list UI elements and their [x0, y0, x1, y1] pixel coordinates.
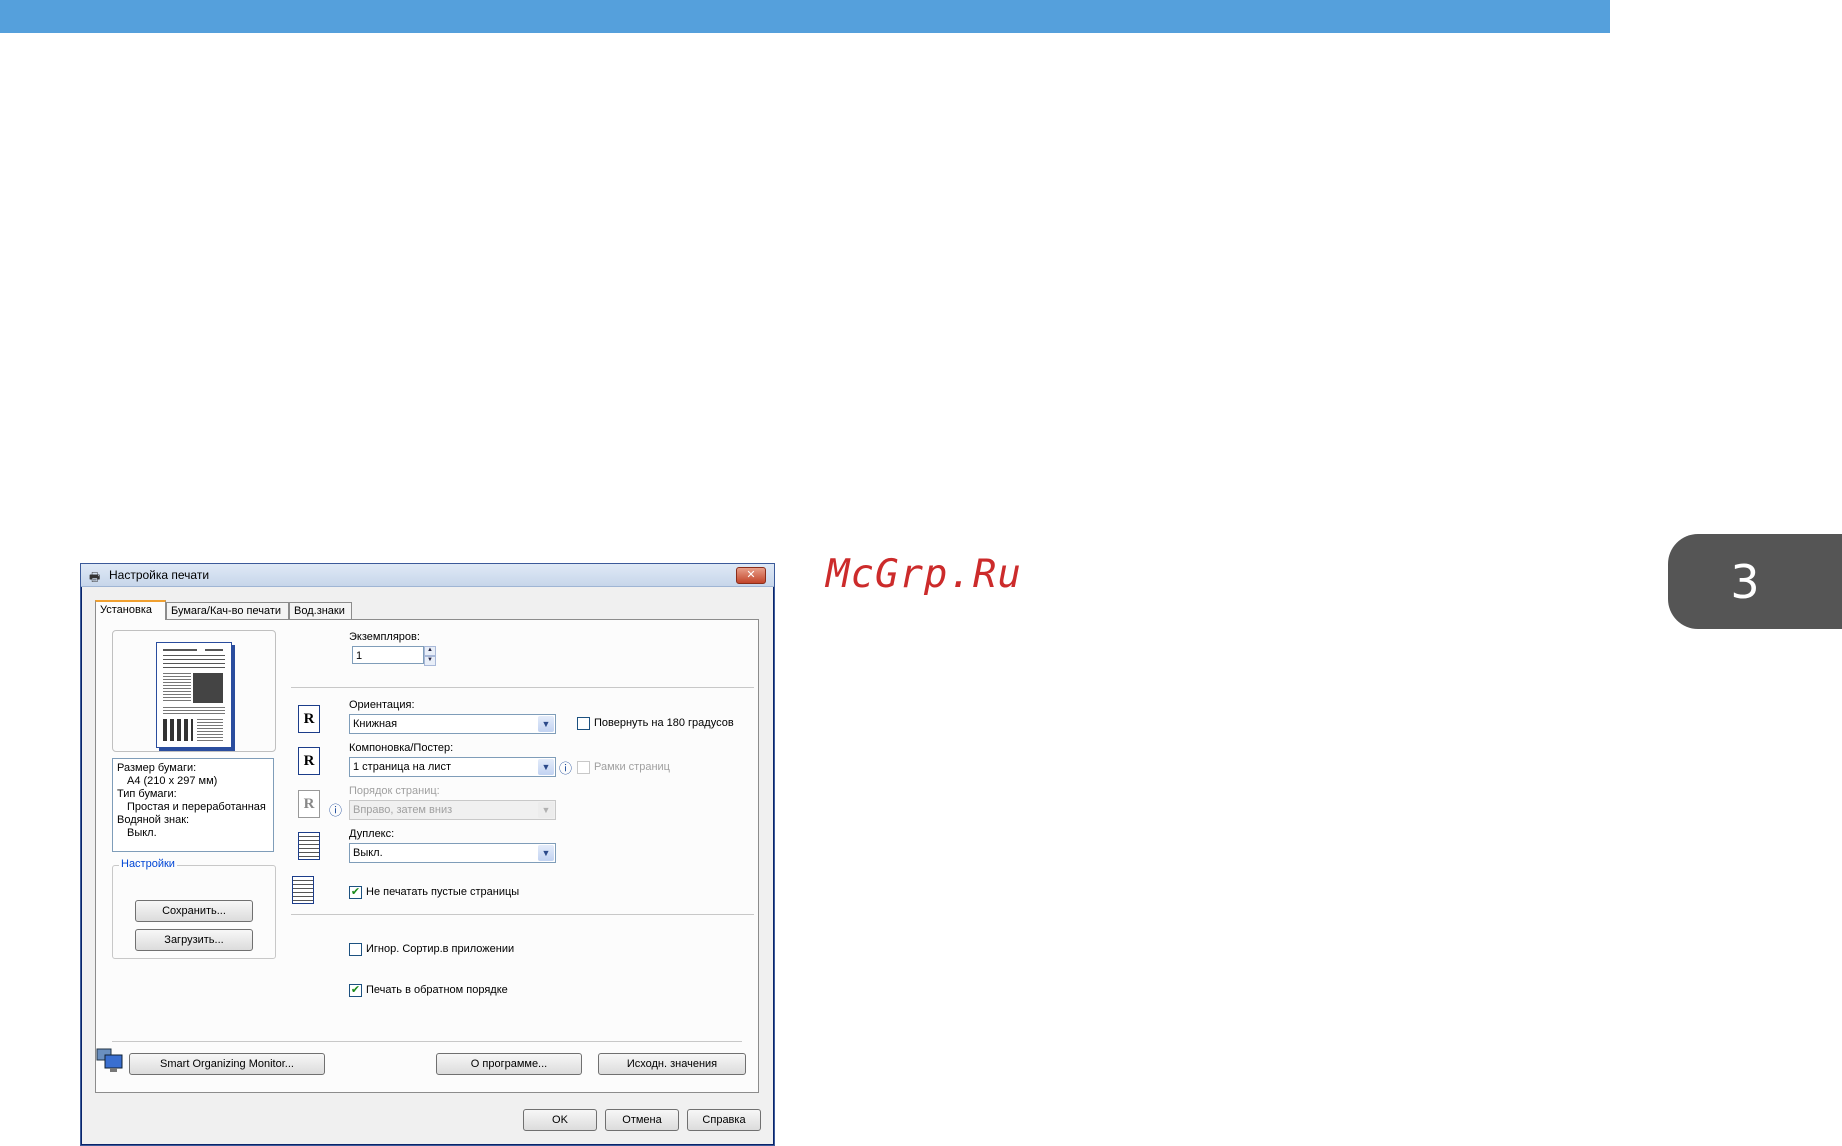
layout-icon: R	[298, 747, 320, 775]
duplex-select[interactable]: Выкл. ▼	[349, 843, 556, 863]
rotate180-label: Повернуть на 180 градусов	[594, 717, 734, 729]
tab-watermarks[interactable]: Вод.знаки	[289, 602, 352, 619]
dialog-title: Настройка печати	[109, 568, 210, 582]
layout-label: Компоновка/Постер:	[349, 742, 454, 754]
divider-bottom	[112, 1041, 742, 1042]
close-button[interactable]: ✕	[736, 567, 766, 584]
paper-size-value: A4 (210 x 297 мм)	[127, 775, 218, 787]
info-icon[interactable]: ⓘ	[559, 758, 572, 777]
ignore-collate-checkbox[interactable]	[349, 943, 362, 956]
defaults-button[interactable]: Исходн. значения	[598, 1053, 746, 1075]
page-order-value: Вправо, затем вниз	[353, 804, 453, 816]
duplex-value: Выкл.	[353, 847, 383, 859]
settings-group-label: Настройки	[119, 858, 177, 870]
reverse-order-label: Печать в обратном порядке	[366, 984, 508, 996]
info-icon[interactable]: ⓘ	[329, 800, 342, 819]
help-button[interactable]: Справка	[687, 1109, 761, 1131]
paper-type-label: Тип бумаги:	[117, 788, 177, 800]
chevron-down-icon[interactable]: ▼	[538, 845, 554, 861]
chevron-down-icon[interactable]: ▼	[538, 759, 554, 775]
layout-select[interactable]: 1 страница на лист ▼	[349, 757, 556, 777]
ignore-collate-label: Игнор. Сортир.в приложении	[366, 943, 515, 955]
chevron-down-icon[interactable]: ▼	[538, 716, 554, 732]
cancel-button[interactable]: Отмена	[605, 1109, 679, 1131]
page-order-icon: R	[298, 790, 320, 818]
page-preview	[112, 630, 276, 752]
spin-down-icon[interactable]: ▼	[424, 656, 436, 666]
load-settings-button[interactable]: Загрузить...	[135, 929, 253, 951]
skip-blank-checkbox[interactable]: ✔	[349, 886, 362, 899]
orientation-icon: R	[298, 705, 320, 733]
tab-paper-quality[interactable]: Бумага/Кач-во печати	[166, 602, 289, 619]
chapter-tab: 3	[1668, 534, 1842, 629]
about-button[interactable]: О программе...	[436, 1053, 582, 1075]
page-order-label: Порядок страниц:	[349, 785, 440, 797]
watermark-label: Водяной знак:	[117, 814, 190, 826]
blank-page-icon	[292, 876, 314, 904]
orientation-select[interactable]: Книжная ▼	[349, 714, 556, 734]
setup-panel: Размер бумаги: A4 (210 x 297 мм) Тип бум…	[95, 619, 759, 1093]
page-borders-label: Рамки страниц	[594, 761, 670, 773]
duplex-label: Дуплекс:	[349, 828, 395, 840]
page-borders-checkbox[interactable]	[577, 761, 590, 774]
ok-button[interactable]: OK	[523, 1109, 597, 1131]
print-settings-dialog: 🖶 Настройка печати ✕ Установка Бумага/Ка…	[80, 563, 775, 1146]
settings-group: Настройки Сохранить... Загрузить...	[112, 858, 276, 959]
skip-blank-label: Не печатать пустые страницы	[366, 886, 520, 898]
save-settings-button[interactable]: Сохранить...	[135, 900, 253, 922]
spin-up-icon[interactable]: ▲	[424, 646, 436, 656]
paper-size-label: Размер бумаги:	[117, 762, 197, 774]
paper-type-value: Простая и переработанная	[127, 801, 266, 813]
orientation-value: Книжная	[353, 718, 398, 730]
tab-setup[interactable]: Установка	[95, 600, 166, 620]
rotate180-checkbox[interactable]	[577, 717, 590, 730]
smart-organizing-monitor-button[interactable]: Smart Organizing Monitor...	[129, 1053, 325, 1075]
monitor-icon	[96, 1048, 123, 1072]
printer-icon: 🖶	[89, 570, 101, 584]
settings-summary: Размер бумаги: A4 (210 x 297 мм) Тип бум…	[112, 758, 274, 852]
orientation-label: Ориентация:	[349, 699, 415, 711]
chevron-down-icon: ▼	[538, 802, 554, 818]
dialog-client: Установка Бумага/Кач-во печати Вод.знаки	[82, 587, 773, 1144]
page-thumbnail-icon	[156, 642, 232, 748]
watermark-text: McGrp.Ru	[826, 552, 1022, 597]
reverse-order-checkbox[interactable]: ✔	[349, 984, 362, 997]
duplex-icon	[298, 832, 320, 860]
divider-top	[291, 687, 754, 688]
divider-middle	[291, 914, 754, 915]
copies-stepper[interactable]: ▲ ▼	[424, 646, 436, 666]
page-order-select[interactable]: Вправо, затем вниз ▼	[349, 800, 556, 820]
watermark-value: Выкл.	[127, 827, 157, 839]
title-bar: 🖶 Настройка печати ✕	[81, 564, 774, 587]
copies-label: Экземпляров:	[349, 631, 420, 643]
copies-input[interactable]: 1	[352, 646, 424, 664]
layout-value: 1 страница на лист	[353, 761, 451, 773]
top-header-bar	[0, 0, 1610, 33]
